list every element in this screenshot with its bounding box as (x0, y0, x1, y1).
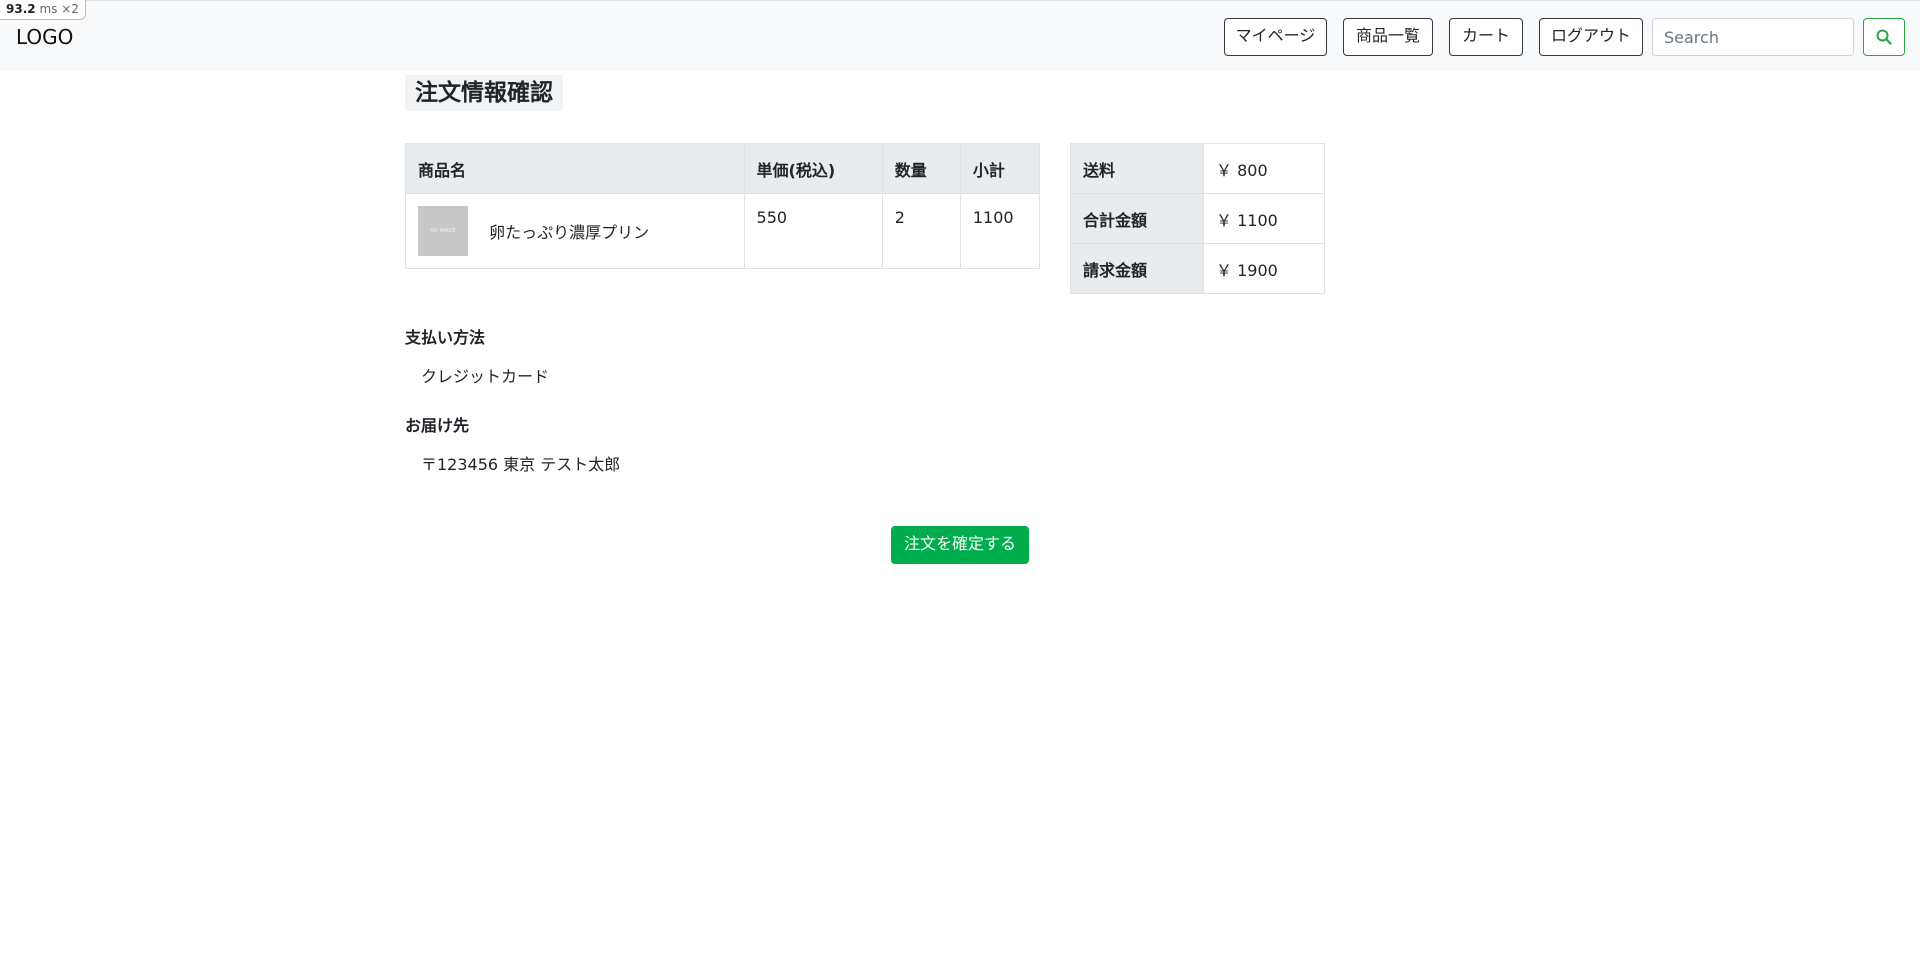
product-cell: NO IMAGE 卵たっぷり濃厚プリン (405, 193, 745, 269)
perf-unit: ms (39, 2, 58, 16)
payment-method-label: 支払い方法 (405, 328, 486, 347)
delivery-address-value: 〒123456 東京 テスト太郎 (421, 455, 621, 474)
quantity-cell: 2 (881, 193, 961, 269)
logo[interactable]: LOGO (16, 25, 73, 49)
table-header-row: 商品名 単価(税込) 数量 小計 (405, 143, 1041, 194)
nav-cart-button[interactable]: カート (1449, 18, 1523, 56)
billing-label: 請求金額 (1070, 243, 1204, 294)
summary-row-shipping: 送料 ￥ 800 (1070, 143, 1325, 194)
header-quantity: 数量 (881, 143, 961, 194)
payment-method-value: クレジットカード (421, 367, 550, 386)
search-icon (1876, 29, 1892, 45)
order-summary-table: 送料 ￥ 800 合計金額 ￥ 1100 請求金額 ￥ 1900 (1070, 143, 1325, 294)
unit-price-cell: 550 (743, 193, 883, 269)
nav-products-button[interactable]: 商品一覧 (1343, 18, 1433, 56)
search-input[interactable] (1652, 18, 1854, 56)
search-button[interactable] (1863, 18, 1905, 56)
navbar: LOGO マイページ 商品一覧 カート ログアウト (0, 0, 1920, 71)
product-name: 卵たっぷり濃厚プリン (489, 223, 650, 242)
summary-row-billing: 請求金額 ￥ 1900 (1070, 243, 1325, 294)
table-row: NO IMAGE 卵たっぷり濃厚プリン 550 2 1100 (405, 193, 1041, 269)
total-value: ￥ 1100 (1203, 193, 1325, 244)
page-title: 注文情報確認 (405, 75, 563, 111)
order-items-table: 商品名 単価(税込) 数量 小計 NO IMAGE 卵たっぷり濃厚プリン 550… (405, 143, 1041, 269)
perf-value: 93.2 (6, 2, 36, 16)
billing-value: ￥ 1900 (1203, 243, 1325, 294)
product-image: NO IMAGE (418, 206, 468, 256)
shipping-label: 送料 (1070, 143, 1204, 194)
perf-multiplier: ×2 (61, 2, 79, 16)
header-product-name: 商品名 (405, 143, 745, 194)
delivery-address-label: お届け先 (405, 416, 470, 435)
nav-mypage-button[interactable]: マイページ (1224, 18, 1327, 56)
confirm-order-button[interactable]: 注文を確定する (891, 526, 1029, 564)
shipping-value: ￥ 800 (1203, 143, 1325, 194)
subtotal-cell: 1100 (959, 193, 1041, 269)
nav-logout-button[interactable]: ログアウト (1539, 18, 1643, 56)
header-unit-price: 単価(税込) (743, 143, 883, 194)
summary-row-total: 合計金額 ￥ 1100 (1070, 193, 1325, 244)
header-subtotal: 小計 (959, 143, 1041, 194)
total-label: 合計金額 (1070, 193, 1204, 244)
perf-badge: 93.2 ms ×2 (0, 0, 86, 20)
